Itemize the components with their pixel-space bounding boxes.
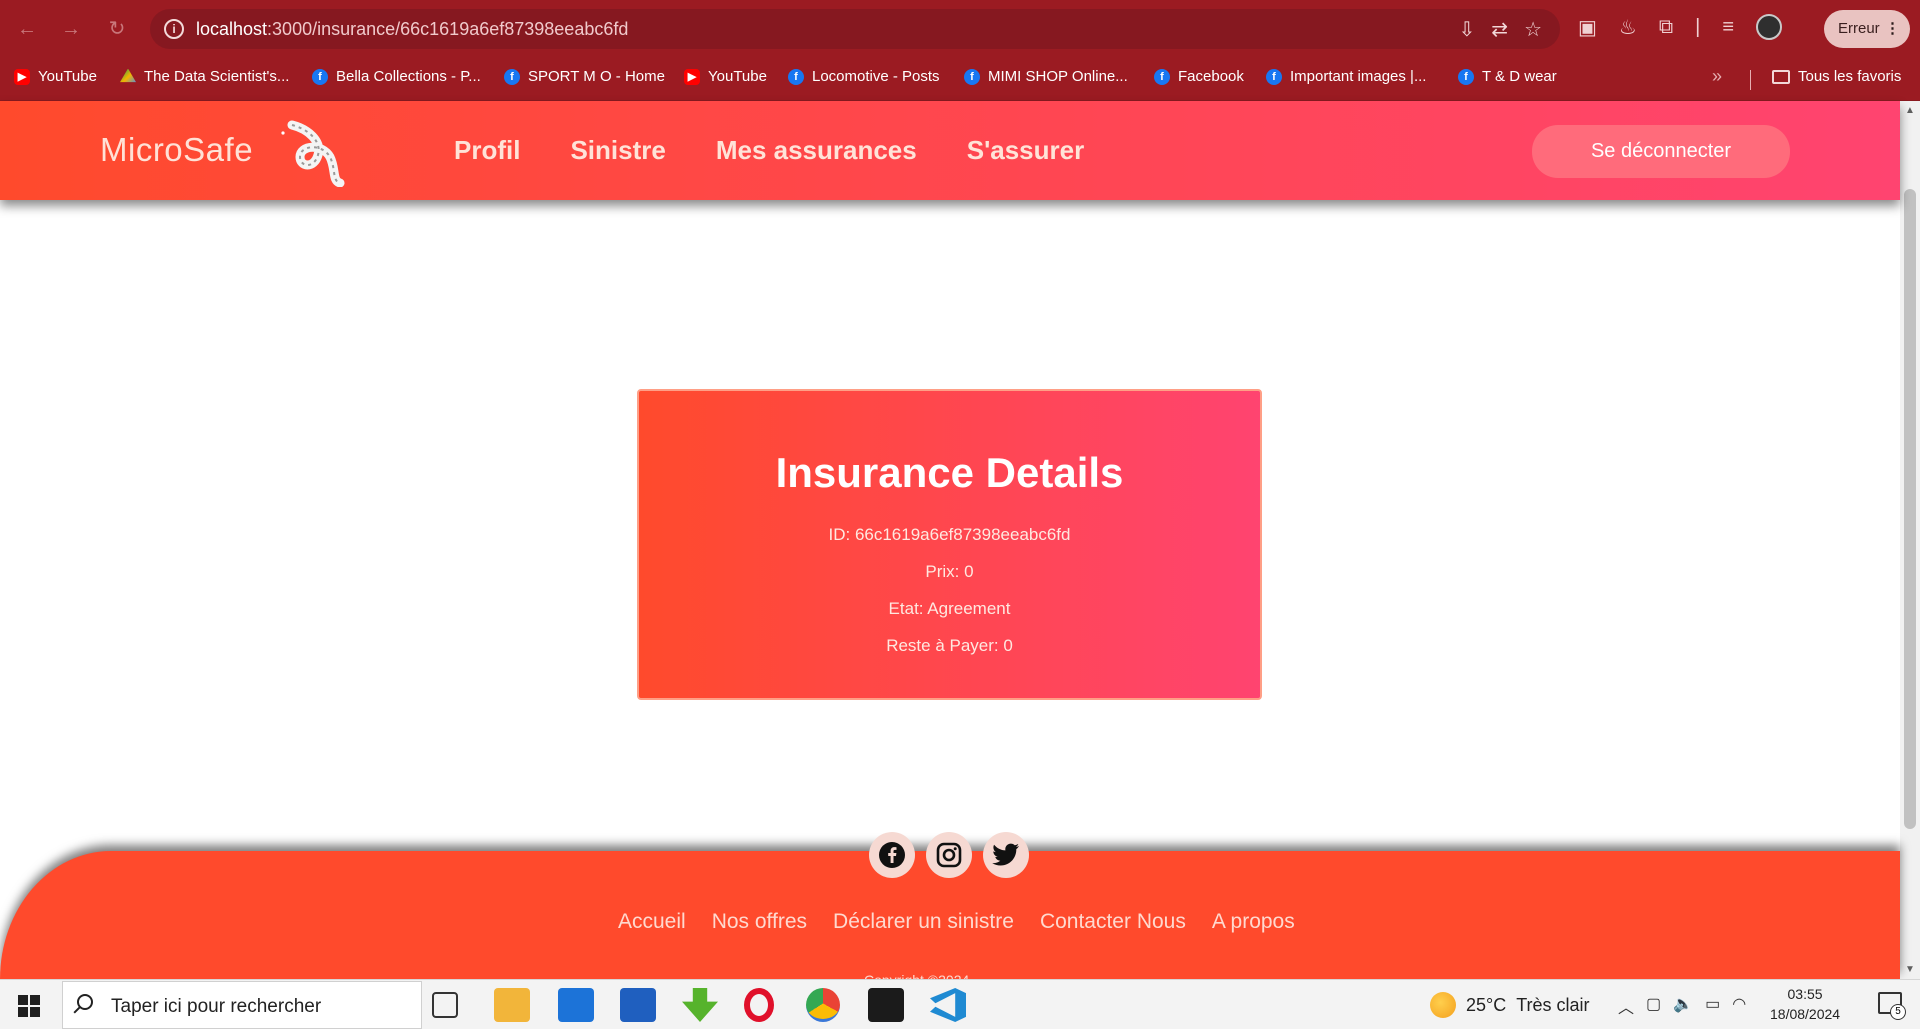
folder-icon (1772, 69, 1790, 84)
windows-taskbar: Taper ici pour rechercher 25°C Très clai… (0, 979, 1920, 1029)
microsoft-store-icon[interactable] (620, 988, 656, 1022)
facebook-icon[interactable] (869, 832, 915, 878)
footer-link-a-propos[interactable]: A propos (1212, 910, 1295, 934)
scroll-thumb[interactable] (1904, 189, 1916, 829)
translate-icon[interactable]: ⇄ (1491, 17, 1508, 42)
bookmark-item[interactable]: f Facebook (1154, 68, 1244, 85)
card-title: Insurance Details (775, 449, 1124, 496)
facebook-icon: f (312, 68, 328, 85)
show-hidden-icons-icon[interactable]: ︿ (1618, 994, 1634, 1018)
pocket-extension-icon[interactable]: ▣ (1578, 15, 1597, 40)
media-queue-icon[interactable]: ≡ (1722, 16, 1734, 39)
chrome-icon[interactable] (806, 988, 840, 1022)
footer-link-nos-offres[interactable]: Nos offres (712, 910, 807, 934)
forward-icon[interactable]: → (56, 14, 86, 44)
bookmark-item[interactable]: f Important images |... (1266, 68, 1426, 85)
address-bar[interactable]: i localhost:3000/insurance/66c1619a6ef87… (150, 9, 1560, 49)
main-nav: Profil Sinistre Mes assurances S'assurer (454, 135, 1084, 166)
facebook-icon: f (1458, 68, 1474, 85)
brand-name[interactable]: MicroSafe (100, 131, 253, 169)
facebook-icon: f (1266, 68, 1282, 85)
footer-nav: Accueil Nos offres Déclarer un sinistre … (618, 910, 1295, 934)
browser-toolbar: ← → ↻ i localhost:3000/insurance/66c1619… (0, 0, 1920, 58)
facebook-icon: f (964, 68, 980, 85)
bookmark-item[interactable]: f Bella Collections - P... (312, 68, 481, 85)
weather-temp: 25°C (1466, 994, 1507, 1015)
nav-profil[interactable]: Profil (454, 135, 520, 166)
system-clock[interactable]: 03:55 18/08/2024 (1770, 984, 1840, 1024)
bookmark-item[interactable]: fT & D wear (1458, 68, 1557, 85)
meet-now-icon[interactable]: ▢ (1646, 994, 1661, 1018)
facebook-icon: f (504, 68, 520, 85)
facebook-icon: f (788, 68, 804, 85)
notifications-count: 5 (1890, 1004, 1906, 1020)
taskbar-search[interactable]: Taper ici pour rechercher (62, 981, 422, 1029)
terminal-icon[interactable] (868, 988, 904, 1022)
weather-widget[interactable]: 25°C Très clair (1430, 980, 1590, 1029)
mail-icon[interactable] (558, 988, 594, 1022)
logout-button[interactable]: Se déconnecter (1532, 125, 1790, 178)
menu-dots-icon[interactable]: ⋮ (1885, 10, 1900, 48)
vscode-icon[interactable] (930, 988, 966, 1022)
nav-sinistre[interactable]: Sinistre (570, 135, 665, 166)
weather-sun-icon (1430, 992, 1456, 1018)
profile-avatar[interactable] (1756, 14, 1782, 40)
install-app-icon[interactable]: ⇩ (1459, 17, 1476, 42)
bookmark-item[interactable]: f SPORT M O - Home (504, 68, 665, 85)
fire-extension-icon[interactable]: ♨ (1619, 15, 1637, 40)
page-scrollbar[interactable]: ▲ ▼ (1900, 101, 1920, 979)
bookmarks-bar: ▶ YouTube The Data Scientist's... f Bella … (0, 58, 1920, 101)
insurance-status: Etat: Agreement (888, 599, 1011, 618)
instagram-icon[interactable] (926, 832, 972, 878)
site-info-icon[interactable]: i (164, 19, 184, 39)
all-bookmarks-button[interactable]: Tous les favoris (1772, 68, 1901, 85)
task-view-icon[interactable] (432, 992, 458, 1018)
more-bookmarks-icon[interactable]: » (1712, 66, 1722, 87)
insurance-details-card: Insurance Details ID: 66c1619a6ef87398ee… (637, 389, 1262, 700)
scroll-down-icon[interactable]: ▼ (1905, 964, 1915, 975)
bookmarks-divider (1750, 70, 1751, 90)
profile-error-button[interactable]: Erreur ⋮ (1824, 10, 1910, 48)
wifi-icon[interactable]: ◠ (1732, 994, 1746, 1018)
bookmark-item[interactable]: The Data Scientist's... (120, 68, 289, 85)
footer-link-declarer[interactable]: Déclarer un sinistre (833, 910, 1014, 934)
file-explorer-icon[interactable] (494, 988, 530, 1022)
battery-icon[interactable]: ▭ (1705, 994, 1720, 1018)
download-manager-icon[interactable] (682, 988, 718, 1022)
youtube-icon: ▶ (14, 68, 30, 85)
search-placeholder: Taper ici pour rechercher (111, 996, 322, 1017)
weather-text: Très clair (1516, 994, 1590, 1015)
extensions-puzzle-icon[interactable]: ⧉ (1659, 16, 1673, 39)
knot-logo-icon (281, 120, 345, 187)
scroll-up-icon[interactable]: ▲ (1905, 105, 1915, 116)
facebook-icon: f (1154, 68, 1170, 85)
google-drive-icon (120, 68, 136, 83)
footer-link-contact[interactable]: Contacter Nous (1040, 910, 1186, 934)
url-text[interactable]: localhost:3000/insurance/66c1619a6ef8739… (196, 19, 628, 40)
nav-s-assurer[interactable]: S'assurer (967, 135, 1084, 166)
youtube-icon: ▶ (684, 68, 700, 85)
clock-time: 03:55 (1787, 986, 1823, 1002)
toolbar-divider: | (1695, 15, 1701, 38)
bookmark-star-icon[interactable]: ☆ (1524, 17, 1542, 42)
back-icon[interactable]: ← (12, 14, 42, 44)
search-icon (77, 994, 93, 1010)
site-header: MicroSafe Profil Sinistre Mes assurances… (0, 101, 1900, 200)
bookmark-item[interactable]: f Locomotive - Posts (788, 68, 940, 85)
nav-mes-assurances[interactable]: Mes assurances (716, 135, 917, 166)
bookmark-item[interactable]: ▶ YouTube (684, 68, 767, 85)
reload-icon[interactable]: ↻ (102, 14, 132, 44)
twitter-icon[interactable] (983, 832, 1029, 878)
volume-icon[interactable]: 🔈 (1673, 994, 1693, 1018)
opera-icon[interactable] (744, 988, 774, 1022)
bookmark-item[interactable]: ▶ YouTube (14, 68, 97, 85)
footer-link-accueil[interactable]: Accueil (618, 910, 686, 934)
insurance-price: Prix: 0 (925, 562, 974, 581)
bookmark-item[interactable]: f MIMI SHOP Online... (964, 68, 1128, 85)
insurance-remaining: Reste à Payer: 0 (886, 636, 1013, 655)
windows-start-icon[interactable] (18, 995, 40, 1017)
insurance-id: ID: 66c1619a6ef87398eeabc6fd (828, 525, 1071, 544)
clock-date: 18/08/2024 (1770, 1006, 1841, 1022)
